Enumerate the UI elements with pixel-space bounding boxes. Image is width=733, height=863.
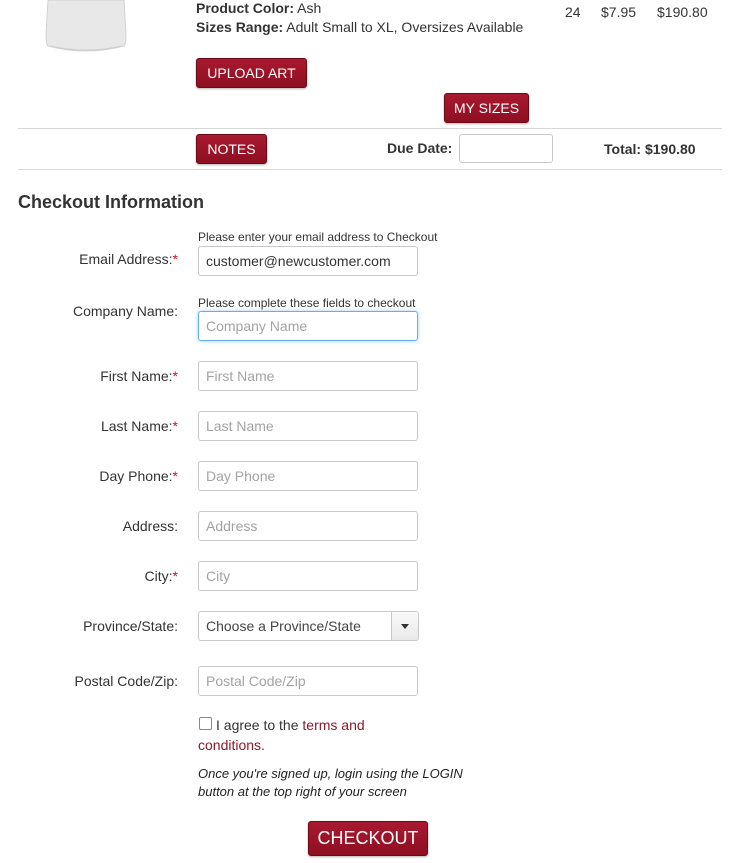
last-name-label: Last Name:* <box>101 418 178 434</box>
city-label: City:* <box>145 568 178 584</box>
upload-art-button[interactable]: UPLOAD ART <box>196 58 307 88</box>
province-label: Province/State: <box>83 618 178 634</box>
login-note-line-2: button at the top right of your screen <box>198 784 407 799</box>
divider-top <box>18 128 722 129</box>
checkout-button[interactable]: CHECKOUT <box>308 821 428 856</box>
product-color-value: Ash <box>297 0 322 16</box>
product-sizes: Sizes Range: Adult Small to XL, Oversize… <box>196 19 523 35</box>
product-color: Product Color: Ash <box>196 0 321 16</box>
divider-bottom <box>18 169 722 170</box>
product-color-label: Product Color: <box>196 0 294 16</box>
product-sizes-value: Adult Small to XL, Oversizes Available <box>286 19 524 35</box>
product-thumbnail <box>45 0 127 52</box>
email-field[interactable] <box>198 246 418 276</box>
product-subtotal: $190.80 <box>657 4 708 20</box>
first-name-label: First Name:* <box>100 368 178 384</box>
postal-label: Postal Code/Zip: <box>74 673 179 689</box>
due-date-label: Due Date: <box>387 140 453 156</box>
terms-agree-prefix: I agree to the <box>216 717 299 733</box>
terms-checkbox[interactable] <box>199 717 212 730</box>
last-name-label-text: Last Name: <box>100 418 173 434</box>
required-mark: * <box>172 368 178 384</box>
terms-agree-line-2: conditions. <box>198 737 265 753</box>
conditions-link[interactable]: conditions <box>198 737 261 753</box>
terms-agree-line: I agree to the terms and <box>216 717 365 733</box>
company-hint: Please complete these fields to checkout <box>198 296 416 310</box>
email-label: Email Address:* <box>79 251 178 267</box>
day-phone-label-text: Day Phone: <box>99 468 173 484</box>
chevron-down-icon[interactable] <box>391 612 418 640</box>
checkout-title: Checkout Information <box>18 192 205 212</box>
email-hint: Please enter your email address to Check… <box>198 230 438 244</box>
first-name-label-text: First Name: <box>100 368 173 384</box>
last-name-field[interactable] <box>198 411 418 441</box>
required-mark: * <box>172 251 178 267</box>
province-selected-value: Choose a Province/State <box>206 618 361 634</box>
notes-button[interactable]: NOTES <box>196 134 267 164</box>
postal-field[interactable] <box>198 666 418 696</box>
city-label-text: City: <box>144 568 173 584</box>
terms-agree-suffix: . <box>261 737 265 753</box>
required-mark: * <box>172 418 178 434</box>
order-total: Total: $190.80 <box>604 141 696 157</box>
product-unit-price: $7.95 <box>601 4 637 20</box>
first-name-field[interactable] <box>198 361 418 391</box>
day-phone-field[interactable] <box>198 461 418 491</box>
address-field[interactable] <box>198 511 418 541</box>
company-field[interactable] <box>198 311 418 341</box>
required-mark: * <box>172 568 178 584</box>
product-quantity: 24 <box>565 4 581 20</box>
company-label: Company Name: <box>72 303 178 319</box>
address-label: Address: <box>122 518 178 534</box>
my-sizes-button[interactable]: MY SIZES <box>444 93 529 123</box>
day-phone-label: Day Phone:* <box>99 468 178 484</box>
due-date-input[interactable] <box>459 134 553 163</box>
product-sizes-label: Sizes Range: <box>196 19 284 35</box>
login-note-line-1: Once you're signed up, login using the L… <box>198 766 463 781</box>
province-select[interactable]: Choose a Province/State <box>198 611 419 641</box>
city-field[interactable] <box>198 561 418 591</box>
terms-link[interactable]: terms and <box>302 717 364 733</box>
required-mark: * <box>172 468 178 484</box>
email-label-text: Email Address: <box>79 251 173 267</box>
